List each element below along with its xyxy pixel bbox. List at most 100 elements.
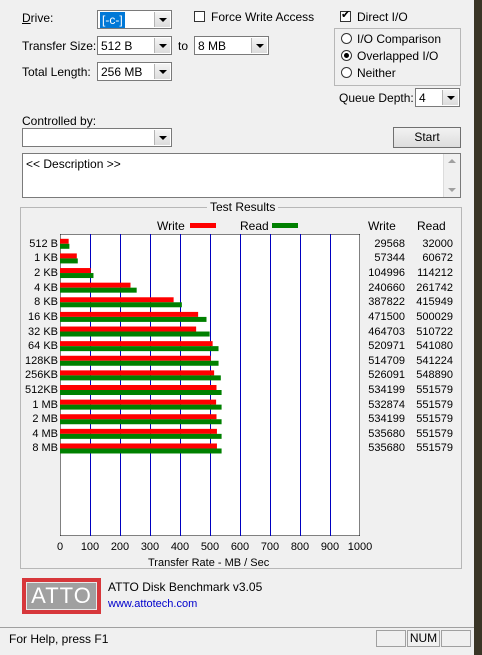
category-label: 256KB — [24, 369, 58, 382]
queue-depth-select[interactable]: 4 — [415, 88, 460, 107]
category-label: 2 MB — [32, 413, 58, 426]
queue-depth-value: 4 — [419, 91, 426, 105]
description-scrollbar[interactable] — [443, 154, 460, 197]
column-header-read: Read — [417, 219, 446, 233]
read-bar — [60, 360, 219, 366]
write-value: 387822 — [368, 296, 405, 309]
read-value: 32000 — [422, 237, 453, 250]
read-bar — [60, 346, 219, 352]
column-header-write: Write — [368, 219, 396, 233]
benchmark-window: Drive: [-c-] Force Write Access ✔ Direct… — [0, 0, 474, 655]
read-value: 114212 — [417, 267, 453, 280]
read-bar — [60, 375, 221, 381]
website-link[interactable]: www.attotech.com — [108, 598, 197, 610]
x-tick-label: 200 — [110, 541, 130, 553]
direct-io-checkbox[interactable]: ✔ — [340, 9, 351, 22]
legend-write-label: Write — [157, 219, 185, 233]
read-bar — [60, 258, 78, 264]
overlapped-io-radio[interactable] — [341, 50, 352, 61]
write-bar — [60, 428, 217, 434]
controlled-by-label: Controlled by: — [22, 114, 97, 128]
category-label: 2 KB — [34, 267, 58, 280]
scroll-up-icon[interactable] — [448, 159, 456, 163]
chevron-down-icon[interactable] — [251, 38, 267, 53]
status-cell-caps — [376, 630, 406, 647]
read-value: 415949 — [416, 296, 453, 309]
direct-io-label: Direct I/O — [357, 10, 408, 24]
category-label: 128KB — [24, 354, 58, 367]
to-label: to — [178, 39, 189, 53]
read-value: 551579 — [416, 442, 453, 455]
chevron-down-icon[interactable] — [154, 64, 170, 79]
statusbar-divider — [0, 627, 474, 628]
read-value: 548890 — [416, 369, 453, 382]
force-write-label: Force Write Access — [211, 10, 315, 24]
chevron-down-icon[interactable] — [154, 130, 170, 145]
read-value: 551579 — [416, 384, 453, 396]
transfer-to-value: 8 MB — [198, 39, 227, 53]
drive-select[interactable]: [-c-] — [97, 10, 172, 29]
category-label: 1 MB — [32, 398, 58, 411]
read-value: 261742 — [416, 281, 453, 294]
read-value: 500029 — [416, 310, 453, 323]
write-value: 534199 — [368, 413, 405, 426]
read-value: 551579 — [416, 413, 453, 426]
x-tick-label: 800 — [290, 541, 310, 553]
read-bar — [60, 316, 207, 322]
transfer-size-label: Transfer Size: — [22, 39, 97, 53]
write-value: 104996 — [368, 267, 405, 280]
transfer-from-select[interactable]: 512 B — [97, 36, 172, 55]
write-value: 535680 — [368, 427, 405, 440]
io-comparison-label: I/O Comparison — [357, 32, 442, 46]
neither-label: Neither — [357, 66, 396, 80]
write-value: 57344 — [374, 252, 405, 265]
atto-logo: ATTO — [22, 578, 101, 614]
scroll-down-icon[interactable] — [448, 188, 456, 192]
read-value: 541224 — [416, 354, 453, 367]
write-value: 520971 — [368, 340, 405, 353]
category-label: 4 MB — [32, 427, 58, 440]
total-length-value: 256 MB — [101, 65, 143, 79]
io-comparison-radio[interactable] — [341, 33, 352, 44]
write-bar — [60, 238, 69, 244]
read-value: 551579 — [416, 427, 453, 440]
transfer-to-select[interactable]: 8 MB — [194, 36, 269, 55]
description-textarea[interactable]: << Description >> — [22, 153, 461, 198]
x-tick-label: 400 — [170, 541, 190, 553]
product-name: ATTO Disk Benchmark v3.05 — [108, 580, 263, 594]
status-help-text: For Help, press F1 — [9, 632, 109, 646]
atto-logo-text: ATTO — [26, 582, 97, 610]
read-bar — [60, 302, 182, 308]
category-label: 16 KB — [28, 310, 58, 323]
write-bar — [60, 414, 217, 420]
category-label: 1 KB — [34, 252, 58, 265]
x-tick-label: 0 — [56, 541, 64, 553]
write-value: 29568 — [374, 237, 405, 250]
chevron-down-icon[interactable] — [154, 12, 170, 27]
status-cell-num: NUM — [407, 630, 440, 647]
drive-label-text: rive: — [30, 11, 54, 25]
read-value: 551579 — [416, 398, 453, 411]
chevron-down-icon[interactable] — [442, 90, 458, 105]
write-value: 534199 — [368, 384, 405, 396]
description-text: << Description >> — [26, 157, 121, 171]
start-button[interactable]: Start — [393, 127, 461, 148]
chevron-down-icon[interactable] — [154, 38, 170, 53]
x-tick-label: 600 — [230, 541, 250, 553]
read-bar — [60, 287, 137, 293]
start-button-label: Start — [414, 130, 440, 144]
controlled-by-select[interactable] — [22, 128, 172, 147]
total-length-label: Total Length: — [22, 65, 91, 79]
legend-write-swatch — [190, 223, 216, 228]
write-bar — [60, 268, 91, 274]
category-label: 8 MB — [32, 442, 58, 455]
x-axis-title: Transfer Rate - MB / Sec — [148, 557, 270, 569]
write-value: 514709 — [368, 354, 405, 367]
total-length-select[interactable]: 256 MB — [97, 62, 172, 81]
x-tick-label: 1000 — [347, 541, 373, 553]
x-tick-label: 100 — [80, 541, 100, 553]
neither-radio[interactable] — [341, 67, 352, 78]
force-write-checkbox[interactable] — [194, 11, 205, 22]
x-tick-label: 300 — [140, 541, 160, 553]
checkmark-icon: ✔ — [341, 9, 351, 21]
